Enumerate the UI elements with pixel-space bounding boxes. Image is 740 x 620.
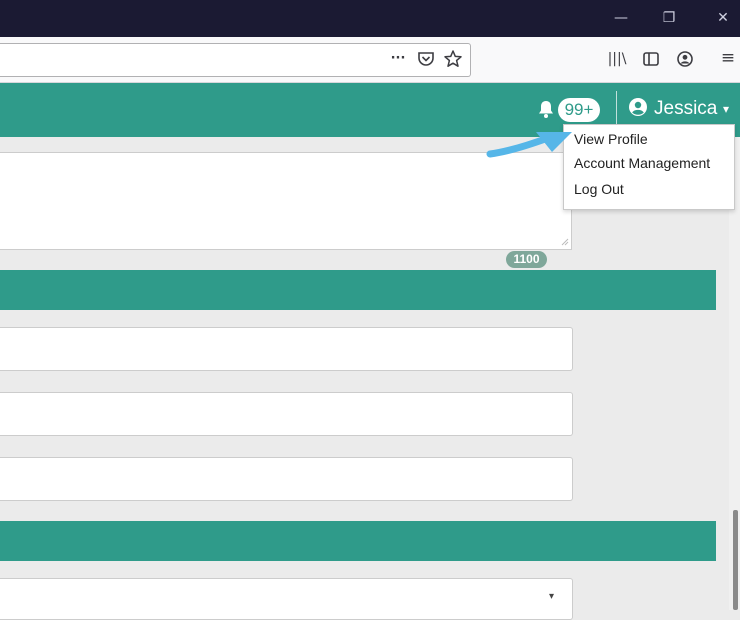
user-menu-toggle[interactable]: Jessica <box>654 97 717 121</box>
annotation-arrow <box>486 126 576 162</box>
menu-item-log-out[interactable]: Log Out <box>574 180 624 198</box>
user-dropdown-menu: View Profile Account Management Log Out <box>563 124 735 210</box>
user-circle-icon[interactable] <box>628 97 648 117</box>
restore-button[interactable]: ❐ <box>646 0 692 37</box>
bell-icon[interactable] <box>537 99 555 119</box>
text-field-1[interactable] <box>0 327 573 371</box>
pocket-icon[interactable] <box>417 50 435 68</box>
account-icon[interactable] <box>676 50 694 68</box>
section-header-bar-2 <box>0 521 716 561</box>
minimize-button[interactable]: — <box>598 0 644 37</box>
menu-item-account-management[interactable]: Account Management <box>574 154 710 172</box>
chevron-down-icon[interactable]: ▾ <box>723 100 729 118</box>
notification-count-badge[interactable]: 99+ <box>558 98 600 122</box>
resize-grip-icon[interactable] <box>561 238 569 246</box>
scrollbar-thumb[interactable] <box>733 510 738 610</box>
text-field-3[interactable] <box>0 457 573 501</box>
close-window-button[interactable]: ✕ <box>700 0 740 37</box>
character-count-badge: 1100 <box>506 251 547 268</box>
page-actions-icon[interactable]: ··· <box>386 49 410 69</box>
text-field-2[interactable] <box>0 392 573 436</box>
bookmark-star-icon[interactable] <box>443 49 463 69</box>
section-header-bar <box>0 270 716 310</box>
text-area[interactable] <box>0 152 572 250</box>
menu-item-view-profile[interactable]: View Profile <box>574 130 648 148</box>
library-icon[interactable]: |||\ <box>604 49 630 69</box>
select-chevron-icon[interactable]: ▾ <box>549 591 554 602</box>
select-field[interactable] <box>0 578 573 620</box>
hamburger-menu-icon[interactable]: ≡ <box>718 48 738 68</box>
sidebar-icon[interactable] <box>642 50 660 68</box>
